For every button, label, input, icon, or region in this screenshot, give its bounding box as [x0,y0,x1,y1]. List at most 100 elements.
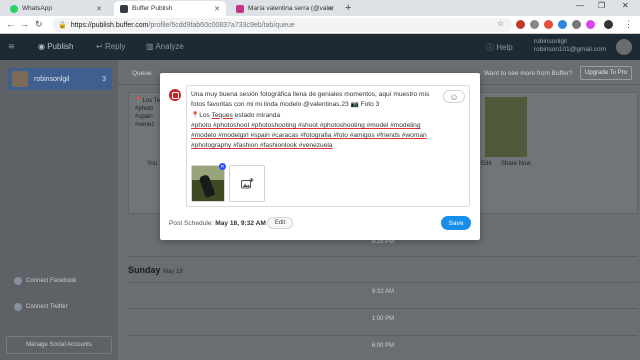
time-slot[interactable]: 1:00 PM [128,316,638,322]
divider [128,282,638,283]
buffer-logo-icon[interactable]: ≋ [8,42,15,51]
url-host: https://publish.buffer.com [70,21,149,29]
whatsapp-icon [10,4,18,13]
forward-icon[interactable]: → [20,19,29,29]
smiley-icon: ☺ [449,91,459,102]
post-text-editor[interactable]: Una muy buena sesión fotográfica llena d… [191,90,441,152]
tab-whatsapp[interactable]: WhatsApp ✕ [4,1,108,16]
new-tab-icon[interactable]: + [345,2,351,14]
post-hashtags-line: #photo #photoshoot #photoshooting #shoot… [191,121,421,129]
post-text-line: fotos favoritas con mi mi linda modelo @… [191,101,380,109]
instagram-icon [236,4,244,13]
extension-icon[interactable] [586,20,595,29]
bg-author: You [147,161,158,167]
maximize-icon[interactable]: ❐ [598,1,605,10]
extension-icon[interactable] [572,20,581,29]
reload-icon[interactable]: ↻ [35,19,43,30]
user-info[interactable]: robinsonlgil robinson101@gmail.com [534,38,606,54]
connect-facebook-label: Connect Facebook [26,278,77,284]
bg-snippet: #photo [135,106,154,112]
bg-share-now-button[interactable]: Share Now [501,160,531,168]
account-count: 3 [102,75,106,83]
time-slot[interactable]: 9:32 AM [128,289,638,295]
edit-schedule-button[interactable]: Edit [267,217,293,229]
extension-icon[interactable] [530,20,539,29]
tab-queue[interactable]: Queue [132,70,152,77]
close-window-icon[interactable]: ✕ [622,1,629,10]
menu-icon[interactable]: ⋮ [624,19,633,30]
profile-icon[interactable] [604,20,613,29]
bg-snippet: #venez [135,122,155,128]
bookmark-star-icon[interactable]: ☆ [497,19,504,28]
bg-snippet: 📍Los Te [135,98,161,104]
time-slot[interactable]: 6:00 PM [128,343,638,349]
extension-icon[interactable] [558,20,567,29]
post-text-fragment: estado miranda [232,111,281,119]
extension-icon[interactable] [544,20,553,29]
nav-publish-label: Publish [47,42,74,51]
nav-reply-label: Reply [104,42,126,51]
edit-label: Edit [274,220,286,226]
help-label: Help [496,43,513,52]
post-text-fragment: 📍Los [191,111,212,119]
buffer-icon [120,4,128,13]
facebook-icon [14,277,22,285]
twitter-icon [14,303,22,311]
bg-post-image [485,97,527,157]
post-hashtags-line: #modelo #modelgirl #spain #caracas #foto… [191,132,427,140]
edit-post-modal: Una muy buena sesión fotográfica llena d… [160,73,480,240]
emoji-picker-button[interactable]: ☺ [443,90,465,103]
upsell-text: Want to see more from Buffer? [484,70,573,77]
day-name: Sunday [128,265,161,275]
post-schedule: Post Schedule: May 18, 9:32 AM [169,220,266,227]
address-bar: ← → ↻ 🔒 https://publish.buffer.com/profi… [0,16,640,34]
divider [128,256,638,257]
divider [128,335,638,336]
post-text-fragment: Teques [211,111,233,119]
back-icon[interactable]: ← [6,19,15,29]
tab-buffer[interactable]: Buffer Publish ✕ [114,1,226,16]
lock-icon: 🔒 [58,22,67,29]
help-link[interactable]: ⓘ Help [486,42,513,53]
bg-snippet: #spain [135,114,153,120]
nav-analyze[interactable]: ▥ Analyze [146,42,184,51]
nav-publish[interactable]: ◉ Publish [38,42,73,51]
upgrade-button[interactable]: Upgrade To Pro [580,66,632,80]
schedule-value: May 18, 9:32 AM [215,220,266,227]
attached-image-thumbnail[interactable] [191,165,225,202]
instagram-icon [169,89,181,101]
post-composer[interactable]: Una muy buena sesión fotográfica llena d… [186,85,470,207]
connect-facebook-link[interactable]: Connect Facebook [14,277,76,285]
bg-edit-button[interactable]: Edit [481,160,491,168]
close-icon[interactable]: ✕ [96,5,102,13]
close-icon[interactable]: ✕ [328,5,334,13]
post-text-line: 📍Los Teques estado miranda [191,111,441,121]
divider [128,308,638,309]
url-input[interactable]: 🔒 https://publish.buffer.com/profile/5cd… [52,18,512,32]
sidebar-item-account[interactable]: robinsonlgil 3 [8,68,112,90]
extension-icon[interactable] [516,20,525,29]
browser-tab-bar: WhatsApp ✕ Buffer Publish ✕ María valent… [0,0,640,16]
avatar[interactable] [616,39,632,55]
day-date: May 19 [163,269,183,275]
nav-reply[interactable]: ↩ Reply [96,42,125,51]
save-button[interactable]: Save [441,216,471,230]
user-name: robinsonlgil [534,38,567,45]
remove-image-icon[interactable]: ✕ [219,163,226,170]
add-media-button[interactable] [229,165,265,202]
tab-title: María valentina serra (@valen... [248,5,334,12]
minimize-icon[interactable]: — [576,1,584,10]
manage-accounts-button[interactable]: Manage Social Accounts [6,336,112,354]
tab-title: Buffer Publish [132,5,173,12]
save-label: Save [448,219,464,227]
manage-accounts-label: Manage Social Accounts [26,342,92,348]
close-icon[interactable]: ✕ [214,5,220,13]
schedule-label: Post Schedule: [169,220,214,227]
add-image-icon [240,178,253,189]
nav-analyze-label: Analyze [155,42,184,51]
account-avatar [12,71,28,87]
tab-instagram[interactable]: María valentina serra (@valen... ✕ [230,1,340,16]
connect-twitter-link[interactable]: Connect Twitter [14,303,68,311]
sidebar: robinsonlgil 3 Connect Facebook Connect … [0,60,118,360]
app-header: ≋ ◉ Publish ↩ Reply ▥ Analyze ⓘ Help rob… [0,34,640,60]
